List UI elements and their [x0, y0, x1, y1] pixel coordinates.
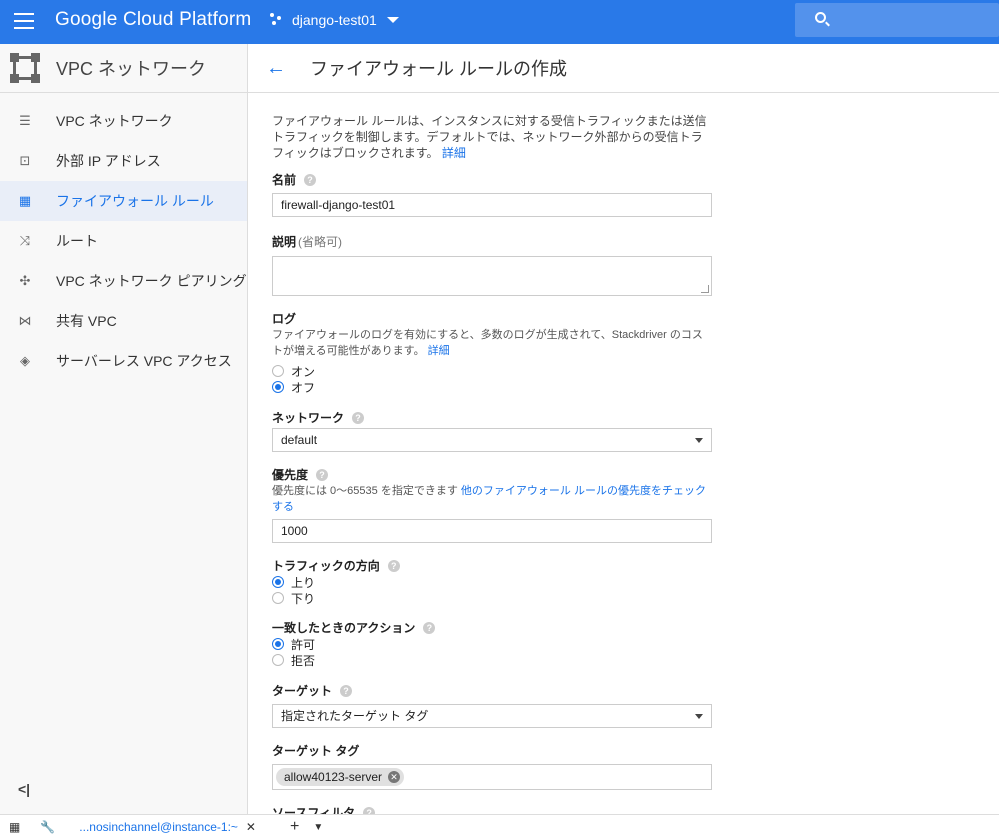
tag-chip: allow40123-server ✕ [276, 768, 405, 786]
dropdown-arrow-icon [695, 714, 703, 719]
chevron-down-icon [386, 17, 399, 23]
sidebar-item-shared-vpc[interactable]: ⋈ 共有 VPC [0, 301, 247, 341]
close-tab-icon[interactable]: ✕ [246, 820, 256, 834]
project-selector[interactable]: django-test01 [270, 12, 399, 28]
action-allow-radio[interactable]: 許可 [272, 636, 712, 652]
log-description: ファイアウォールのログを有効にすると、多数のログが生成されて、Stackdriv… [272, 329, 703, 357]
grid-icon[interactable]: ▦ [9, 820, 20, 834]
intro-learn-more-link[interactable]: 詳細 [442, 146, 466, 160]
dropdown-arrow-icon [695, 438, 703, 443]
action-label: 一致したときのアクション? [272, 619, 712, 636]
radio-unchecked-icon [272, 592, 284, 604]
sidebar-item-label: サーバーレス VPC アクセス [56, 353, 232, 369]
log-learn-more-link[interactable]: 詳細 [428, 345, 450, 357]
target-select[interactable]: 指定されたターゲット タグ [272, 704, 712, 728]
sidebar: VPC ネットワーク ☰ VPC ネットワーク ⊡ 外部 IP アドレス ▦ フ… [0, 44, 248, 814]
help-icon[interactable]: ? [423, 621, 436, 634]
direction-egress-radio[interactable]: 下り [272, 590, 712, 606]
resize-handle-icon[interactable] [701, 285, 709, 293]
help-icon[interactable]: ? [304, 173, 317, 186]
radio-unchecked-icon [272, 654, 284, 666]
radio-checked-icon [272, 381, 284, 393]
radio-checked-icon [272, 576, 284, 588]
target-tags-label: ターゲット タグ [272, 744, 360, 758]
top-app-bar: Google Cloud Platform django-test01 [0, 0, 999, 44]
bottom-toolbar: ▦ 🔧 ...nosinchannel@instance-1:~ ✕ + ▼ [0, 814, 999, 839]
wrench-icon[interactable]: 🔧 [40, 820, 55, 834]
sidebar-item-firewall-rules[interactable]: ▦ ファイアウォール ルール [0, 181, 247, 221]
create-firewall-rule-form: ファイアウォール ルールは、インスタンスに対する受信トラフィックまたは送信トラフ… [272, 93, 712, 821]
description-label: 説明 (省略可) [272, 235, 343, 249]
network-label: ネットワーク? [272, 409, 712, 426]
serverless-icon: ◈ [20, 353, 30, 368]
page-title: ファイアウォール ルールの作成 [310, 59, 567, 79]
search-icon [815, 12, 826, 23]
target-tags-field[interactable]: allow40123-server ✕ [272, 764, 712, 790]
page-header: ← ファイアウォール ルールの作成 [248, 44, 999, 93]
collapse-sidebar-button[interactable]: <| [18, 781, 30, 797]
radio-checked-icon [272, 638, 284, 650]
direction-ingress-radio[interactable]: 上り [272, 574, 712, 590]
action-deny-radio[interactable]: 拒否 [272, 652, 712, 668]
radio-unchecked-icon [272, 365, 284, 377]
firewall-icon: ▦ [18, 193, 32, 208]
sidebar-title: VPC ネットワーク [56, 59, 207, 79]
external-ip-icon: ⊡ [19, 153, 31, 168]
name-field[interactable]: firewall-django-test01 [272, 193, 712, 217]
priority-label: 優先度? [272, 466, 712, 483]
vpc-network-logo-icon [10, 53, 40, 83]
sidebar-item-serverless-vpc[interactable]: ◈ サーバーレス VPC アクセス [0, 341, 247, 381]
sidebar-item-external-ip[interactable]: ⊡ 外部 IP アドレス [0, 141, 247, 181]
chevron-down-icon[interactable]: ▼ [313, 822, 323, 833]
sidebar-item-label: VPC ネットワーク [56, 113, 173, 129]
project-dots-icon [270, 13, 284, 27]
help-icon[interactable]: ? [316, 468, 329, 481]
priority-description: 優先度には 0～65535 を指定できます 他のファイアウォール ルールの優先度… [272, 485, 706, 513]
search-bar[interactable] [795, 3, 999, 37]
intro-text: ファイアウォール ルールは、インスタンスに対する受信トラフィックまたは送信トラフ… [272, 114, 707, 160]
help-icon[interactable]: ? [387, 559, 400, 572]
add-tab-icon[interactable]: + [290, 818, 299, 836]
description-field[interactable] [272, 256, 712, 296]
sidebar-item-routes[interactable]: ⤨ ルート [0, 221, 247, 261]
sidebar-item-label: ルート [56, 233, 98, 249]
peering-icon: ✣ [19, 273, 31, 288]
help-icon[interactable]: ? [340, 684, 353, 697]
vpc-network-icon: ☰ [19, 113, 31, 128]
sidebar-header: VPC ネットワーク [0, 44, 247, 93]
log-off-radio[interactable]: オフ [272, 379, 712, 395]
sidebar-item-peering[interactable]: ✣ VPC ネットワーク ピアリング [0, 261, 247, 301]
log-on-radio[interactable]: オン [272, 363, 712, 379]
sidebar-item-label: 外部 IP アドレス [56, 153, 161, 169]
menu-icon[interactable] [14, 13, 34, 29]
target-label: ターゲット? [272, 682, 712, 699]
network-select[interactable]: default [272, 428, 712, 452]
remove-chip-icon[interactable]: ✕ [388, 771, 401, 783]
sidebar-item-label: VPC ネットワーク ピアリング [56, 273, 247, 289]
name-label: 名前? [272, 171, 712, 188]
priority-field[interactable]: 1000 [272, 519, 712, 543]
project-name: django-test01 [292, 12, 377, 28]
shared-vpc-icon: ⋈ [18, 313, 32, 328]
back-arrow-icon[interactable]: ← [266, 57, 286, 80]
sidebar-item-label: ファイアウォール ルール [56, 193, 214, 209]
terminal-tab[interactable]: ...nosinchannel@instance-1:~ [79, 820, 238, 834]
direction-label: トラフィックの方向? [272, 557, 712, 574]
log-label: ログ [272, 312, 297, 326]
help-icon[interactable]: ? [352, 411, 365, 424]
sidebar-item-label: 共有 VPC [56, 313, 117, 329]
route-icon: ⤨ [19, 233, 31, 248]
sidebar-item-vpc-network[interactable]: ☰ VPC ネットワーク [0, 101, 247, 141]
brand-title[interactable]: Google Cloud Platform [55, 9, 251, 31]
